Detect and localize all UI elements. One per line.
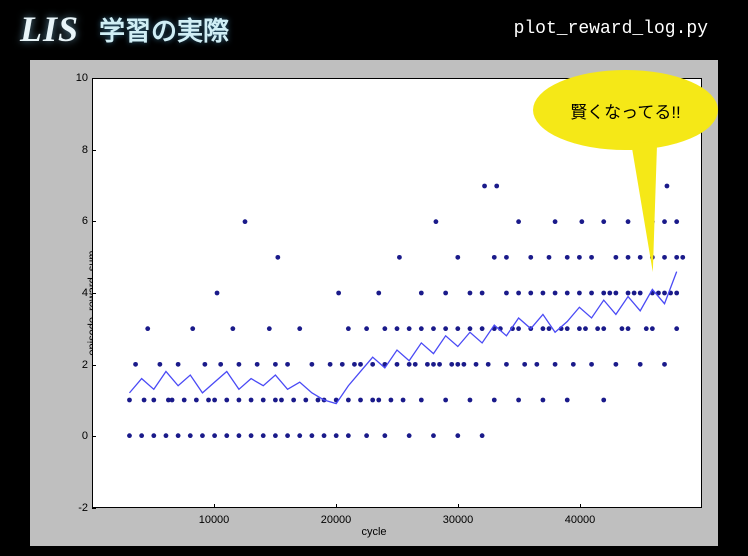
x-tick-label: 10000 [199, 514, 230, 526]
y-tick-label: 8 [68, 144, 88, 156]
x-tick-label: 30000 [443, 514, 474, 526]
callout-text: 賢くなってる!! [570, 98, 681, 123]
page-title: 学習の実際 [99, 11, 229, 48]
lis-logo: LIS [20, 8, 79, 50]
callout-bubble: 賢くなってる!! [533, 70, 718, 150]
x-tick-label: 20000 [321, 514, 352, 526]
x-tick-label: 40000 [565, 514, 596, 526]
y-tick-label: 2 [68, 359, 88, 371]
y-tick-label: 4 [68, 287, 88, 299]
script-filename: plot_reward_log.py [514, 19, 708, 39]
y-tick-label: 0 [68, 430, 88, 442]
y-tick-label: 6 [68, 215, 88, 227]
x-axis-label: cycle [361, 526, 386, 538]
y-tick-label: -2 [68, 502, 88, 514]
y-tick-label: 10 [68, 72, 88, 84]
